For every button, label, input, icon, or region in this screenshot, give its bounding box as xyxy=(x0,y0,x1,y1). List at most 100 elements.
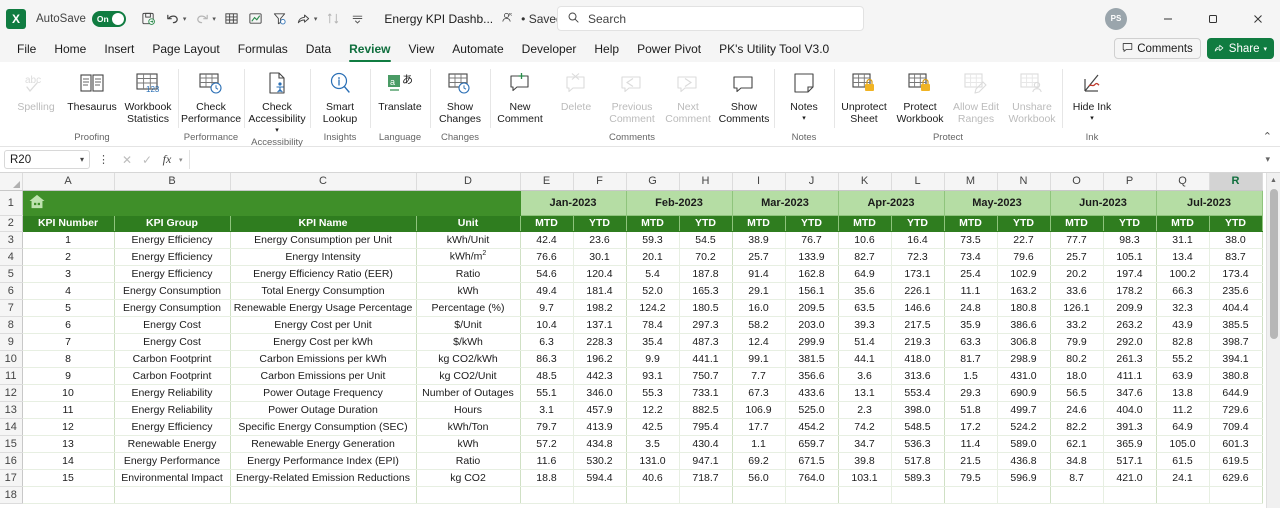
cell-value[interactable]: 18.8 xyxy=(520,469,574,487)
row-header-10[interactable]: 10 xyxy=(0,350,23,368)
cell-value[interactable]: 82.7 xyxy=(838,248,892,266)
cell-value[interactable]: 106.9 xyxy=(732,401,786,419)
cell-value[interactable]: 3.6 xyxy=(838,367,892,385)
cell-empty[interactable] xyxy=(626,486,680,504)
home-icon[interactable] xyxy=(28,194,46,212)
cell-value[interactable]: 86.3 xyxy=(520,350,574,368)
column-header-q[interactable]: Q xyxy=(1156,173,1210,191)
cell-value[interactable]: 63.9 xyxy=(1156,367,1210,385)
column-header-r[interactable]: R xyxy=(1209,173,1263,191)
cell-kpi-group[interactable]: Carbon Footprint xyxy=(114,350,231,368)
cell-value[interactable]: 62.1 xyxy=(1050,435,1104,453)
cell-value[interactable]: 24.6 xyxy=(1050,401,1104,419)
cell-kpi-name[interactable]: Power Outage Frequency xyxy=(230,384,417,402)
cell-value[interactable]: 39.8 xyxy=(838,452,892,470)
cell-value[interactable]: 9.9 xyxy=(626,350,680,368)
row-header-16[interactable]: 16 xyxy=(0,452,23,470)
customize-qat-icon[interactable] xyxy=(346,8,368,30)
cell-kpi-group[interactable]: Energy Reliability xyxy=(114,384,231,402)
cell-value[interactable]: 11.4 xyxy=(944,435,998,453)
cell-unit[interactable]: Number of Outages xyxy=(416,384,521,402)
cell-value[interactable]: 594.4 xyxy=(573,469,627,487)
cell-kpi-name[interactable]: Energy Intensity xyxy=(230,248,417,266)
cell-empty[interactable] xyxy=(520,486,574,504)
cell-unit[interactable]: kg CO2/kWh xyxy=(416,350,521,368)
cell-value[interactable]: 433.6 xyxy=(785,384,839,402)
cell-value[interactable]: 51.8 xyxy=(944,401,998,419)
cell-kpi-number[interactable]: 8 xyxy=(22,350,115,368)
cell-value[interactable]: 70.2 xyxy=(679,248,733,266)
cell-empty[interactable] xyxy=(944,486,998,504)
cell-empty[interactable] xyxy=(1156,486,1210,504)
cell-kpi-number[interactable]: 6 xyxy=(22,316,115,334)
cell-value[interactable]: 102.9 xyxy=(997,265,1051,283)
previous-comment-button[interactable]: Previous Comment xyxy=(604,64,660,125)
cell-value[interactable]: 73.5 xyxy=(944,231,998,249)
cell-value[interactable]: 764.0 xyxy=(785,469,839,487)
cell-kpi-number[interactable]: 11 xyxy=(22,401,115,419)
cell-empty[interactable] xyxy=(114,486,231,504)
redo-icon[interactable] xyxy=(191,8,213,30)
tab-file[interactable]: File xyxy=(8,39,45,60)
cell-value[interactable]: 35.4 xyxy=(626,333,680,351)
cell-value[interactable]: 23.6 xyxy=(573,231,627,249)
cell-value[interactable]: 517.8 xyxy=(891,452,945,470)
cell-value[interactable]: 34.7 xyxy=(838,435,892,453)
cell-value[interactable]: 346.0 xyxy=(573,384,627,402)
cell-value[interactable]: 52.0 xyxy=(626,282,680,300)
row-header-12[interactable]: 12 xyxy=(0,384,23,402)
cell-empty[interactable] xyxy=(785,486,839,504)
cell-value[interactable]: 80.2 xyxy=(1050,350,1104,368)
cell-value[interactable]: 105.1 xyxy=(1103,248,1157,266)
next-comment-button[interactable]: Next Comment xyxy=(660,64,716,125)
cell-value[interactable]: 126.1 xyxy=(1050,299,1104,317)
select-all-corner[interactable] xyxy=(0,173,23,191)
cell-value[interactable]: 8.7 xyxy=(1050,469,1104,487)
cell-empty[interactable] xyxy=(1209,486,1263,504)
cell-value[interactable]: 16.4 xyxy=(891,231,945,249)
cell-empty[interactable] xyxy=(891,486,945,504)
cell-empty[interactable] xyxy=(573,486,627,504)
cell-value[interactable]: 386.6 xyxy=(997,316,1051,334)
cell-value[interactable]: 690.9 xyxy=(997,384,1051,402)
cell-value[interactable]: 180.5 xyxy=(679,299,733,317)
cell-value[interactable]: 718.7 xyxy=(679,469,733,487)
undo-dropdown-caret[interactable]: ▾ xyxy=(183,15,187,23)
row-header-4[interactable]: 4 xyxy=(0,248,23,266)
cell-value[interactable]: 644.9 xyxy=(1209,384,1263,402)
cell-unit[interactable]: Percentage (%) xyxy=(416,299,521,317)
cell-value[interactable]: 524.2 xyxy=(997,418,1051,436)
cell-kpi-name[interactable]: Specific Energy Consumption (SEC) xyxy=(230,418,417,436)
cell-value[interactable]: 120.4 xyxy=(573,265,627,283)
cell-value[interactable]: 33.2 xyxy=(1050,316,1104,334)
cell-value[interactable]: 441.1 xyxy=(679,350,733,368)
row-header-5[interactable]: 5 xyxy=(0,265,23,283)
confirm-entry-icon[interactable]: ✓ xyxy=(137,153,157,167)
cell-value[interactable]: 162.8 xyxy=(785,265,839,283)
row-header-2[interactable]: 2 xyxy=(0,215,23,232)
column-header-h[interactable]: H xyxy=(679,173,733,191)
cell-unit[interactable]: $/kWh xyxy=(416,333,521,351)
cell-value[interactable]: 947.1 xyxy=(679,452,733,470)
cell-unit[interactable]: Ratio xyxy=(416,265,521,283)
cell-value[interactable]: 16.0 xyxy=(732,299,786,317)
cell-kpi-group[interactable]: Energy Efficiency xyxy=(114,248,231,266)
column-header-a[interactable]: A xyxy=(22,173,115,191)
cell-kpi-number[interactable]: 3 xyxy=(22,265,115,283)
row-header-7[interactable]: 7 xyxy=(0,299,23,317)
scroll-thumb[interactable] xyxy=(1270,189,1278,339)
cell-kpi-group[interactable]: Energy Cost xyxy=(114,333,231,351)
cell-value[interactable]: 197.4 xyxy=(1103,265,1157,283)
cell-value[interactable]: 297.3 xyxy=(679,316,733,334)
cell-value[interactable]: 525.0 xyxy=(785,401,839,419)
cell-unit[interactable]: Hours xyxy=(416,401,521,419)
tab-insert[interactable]: Insert xyxy=(95,39,143,60)
column-header-c[interactable]: C xyxy=(230,173,417,191)
row-header-9[interactable]: 9 xyxy=(0,333,23,351)
cell-kpi-name[interactable]: Energy Cost per Unit xyxy=(230,316,417,334)
cell-value[interactable]: 64.9 xyxy=(1156,418,1210,436)
cell-kpi-number[interactable]: 13 xyxy=(22,435,115,453)
insert-function-icon[interactable]: fx xyxy=(157,152,177,167)
cell-kpi-group[interactable]: Energy Consumption xyxy=(114,299,231,317)
cell-empty[interactable] xyxy=(1050,486,1104,504)
